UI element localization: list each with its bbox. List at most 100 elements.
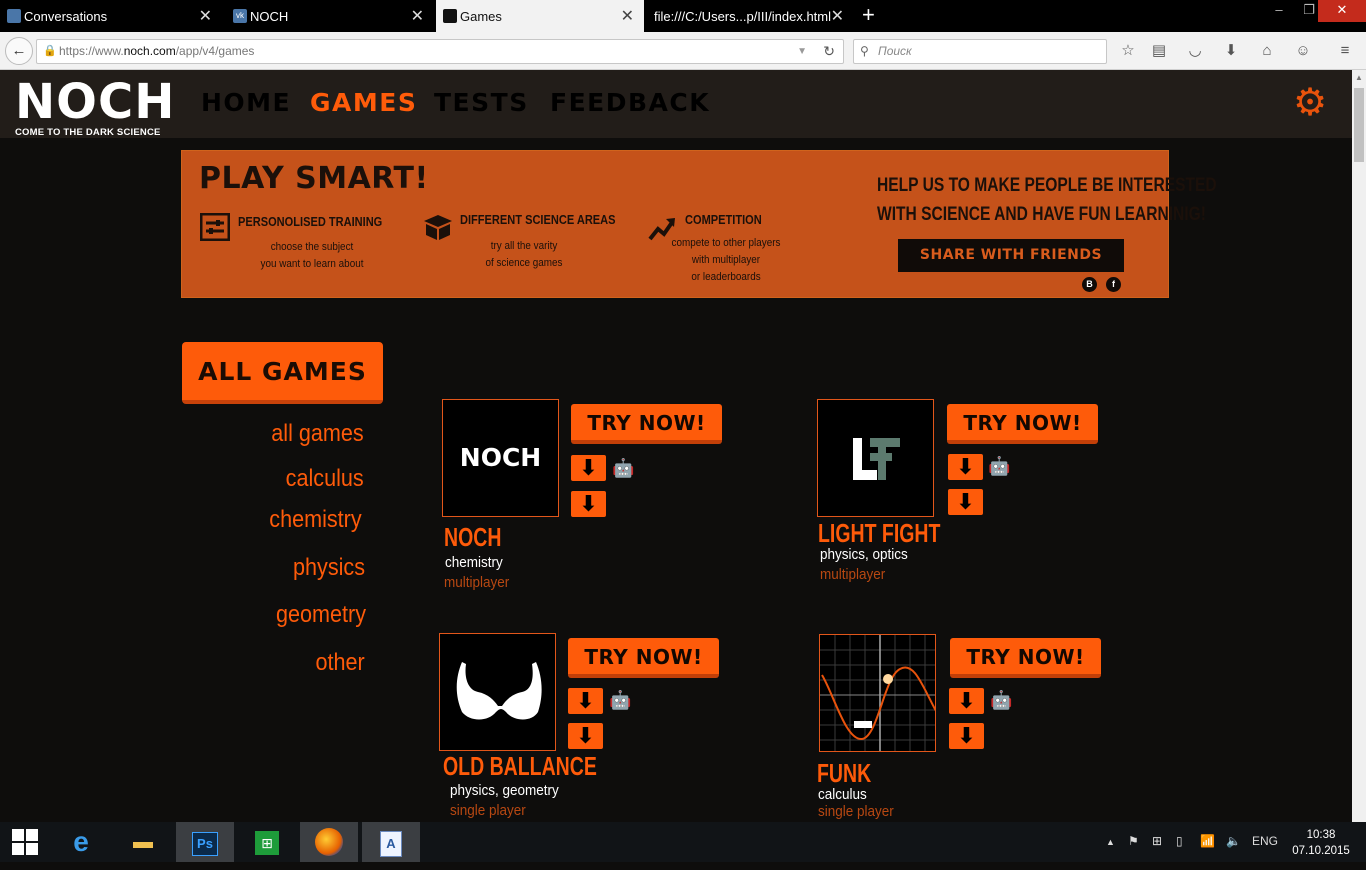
game-subjects: chemistry [445, 554, 503, 571]
scroll-up-arrow-icon[interactable]: ▲ [1355, 73, 1363, 82]
photoshop-icon[interactable]: Ps [176, 822, 234, 862]
reload-icon[interactable]: ↻ [823, 40, 835, 63]
browser-tab-strip: Conversations ✕ vk NOCH ✕ Games ✕ file:/… [0, 0, 1366, 32]
category-all-games[interactable]: all games [272, 420, 364, 448]
feature-desc-line: compete to other players [671, 237, 781, 249]
download-android-button[interactable]: ⬇ [949, 688, 984, 714]
try-now-button[interactable]: TRY NOW! [947, 404, 1098, 444]
feature-desc-line: or leaderboards [691, 271, 761, 283]
tab-label: Games [460, 8, 502, 24]
settings-gear-icon[interactable]: ⚙ [1293, 84, 1327, 122]
site-logo[interactable]: NOCH COME TO THE DARK SCIENCE [15, 78, 175, 138]
android-icon: 🤖 [988, 456, 1011, 476]
bookmark-star-icon[interactable]: ☆ [1117, 41, 1139, 61]
category-calculus[interactable]: calculus [286, 465, 364, 493]
lock-icon: 🔒 [43, 45, 57, 57]
back-button[interactable]: ← [5, 37, 33, 65]
hello-chat-icon[interactable]: ☺ [1292, 41, 1314, 61]
game-subjects: physics, geometry [450, 782, 559, 799]
wifi-signal-icon[interactable]: 📶 [1200, 834, 1215, 848]
address-bar[interactable]: 🔒 https://www.noch.com/app/v4/games ▼ ↻ [36, 39, 844, 64]
tab-conversations[interactable]: Conversations ✕ [0, 0, 222, 32]
action-center-flag-icon[interactable]: ⚑ [1128, 834, 1139, 848]
game-name[interactable]: LIGHT FIGHT [818, 518, 940, 549]
game-mode: single player [818, 803, 894, 820]
nav-home[interactable]: HOME [201, 88, 291, 117]
feature-desc-line: try all the varity [490, 240, 558, 252]
reading-list-icon[interactable]: ▤ [1148, 41, 1170, 61]
tab-games[interactable]: Games ✕ [436, 0, 644, 32]
nav-tests[interactable]: TESTS [434, 88, 529, 117]
show-hidden-icons-icon[interactable]: ▲ [1106, 837, 1115, 847]
game-thumbnail[interactable] [439, 633, 556, 751]
category-other[interactable]: other [316, 649, 365, 677]
new-tab-button[interactable]: + [862, 2, 875, 28]
category-geometry[interactable]: geometry [276, 601, 366, 629]
close-tab-icon[interactable]: ✕ [199, 6, 212, 26]
facebook-share-icon[interactable]: f [1106, 277, 1121, 292]
feature-desc: choose the subject you want to learn abo… [231, 239, 393, 273]
download-ios-button[interactable]: ⬇ [948, 489, 983, 515]
share-with-friends-button[interactable]: SHARE WITH FRIENDS [898, 239, 1124, 272]
game-mode: multiplayer [444, 574, 510, 591]
taskbar-clock[interactable]: 10:38 07.10.2015 [1290, 827, 1352, 859]
play-smart-banner: PLAY SMART! PERSONOLISED TRAINING choose… [181, 150, 1217, 298]
url-dropdown-icon[interactable]: ▼ [797, 40, 807, 63]
balance-bra-icon [456, 662, 542, 720]
try-now-button[interactable]: TRY NOW! [568, 638, 719, 678]
vk-share-icon[interactable]: B [1082, 277, 1097, 292]
game-mode: single player [450, 802, 526, 819]
tab-label: Conversations [24, 8, 108, 24]
download-android-button[interactable]: ⬇ [571, 455, 606, 481]
try-now-button[interactable]: TRY NOW! [571, 404, 722, 444]
internet-explorer-icon[interactable]: e [52, 822, 110, 862]
game-name[interactable]: FUNK [817, 758, 871, 789]
download-android-button[interactable]: ⬇ [948, 454, 983, 480]
category-physics[interactable]: physics [293, 554, 365, 582]
tab-noch[interactable]: vk NOCH ✕ [226, 0, 434, 32]
download-android-button[interactable]: ⬇ [568, 688, 603, 714]
input-language[interactable]: ENG [1252, 834, 1278, 848]
download-ios-button[interactable]: ⬇ [571, 491, 606, 517]
tab-local-file[interactable]: file:///C:/Users...p/III/index.html ✕ [646, 0, 854, 32]
windows-start-icon[interactable] [0, 822, 50, 862]
close-tab-icon[interactable]: ✕ [621, 6, 634, 26]
file-explorer-icon[interactable]: ▬ [114, 822, 172, 862]
logo-tagline: COME TO THE DARK SCIENCE [15, 127, 161, 138]
battery-icon[interactable]: ▯ [1176, 834, 1183, 848]
window-close-button[interactable]: ✕ [1318, 0, 1366, 22]
windows-store-icon[interactable]: ⊞ [238, 822, 296, 862]
feature-desc-line: you want to learn about [260, 258, 364, 270]
downloads-icon[interactable]: ⬇ [1220, 41, 1242, 61]
nav-feedback[interactable]: FEEDBACK [550, 88, 710, 117]
wordpad-icon[interactable]: A [362, 822, 420, 862]
close-tab-icon[interactable]: ✕ [411, 6, 424, 26]
game-thumbnail[interactable]: NOCH [442, 399, 559, 517]
firefox-icon[interactable] [300, 822, 358, 862]
game-thumbnail[interactable] [819, 634, 936, 752]
all-games-header[interactable]: ALL GAMES [182, 342, 383, 404]
windows-network-icon[interactable]: ⊞ [1152, 834, 1162, 848]
browser-navigation-bar: ← 🔒 https://www.noch.com/app/v4/games ▼ … [0, 32, 1366, 70]
game-name[interactable]: NOCH [444, 522, 501, 553]
help-line: WITH SCIENCE AND HAVE FUN LEARNINIG! [877, 204, 1206, 225]
banner-help-text: HELP US TO MAKE PEOPLE BE INTERESTED WIT… [877, 171, 1217, 229]
close-tab-icon[interactable]: ✕ [831, 6, 844, 26]
category-chemistry[interactable]: chemistry [270, 506, 362, 534]
windows-taskbar: e ▬ Ps ⊞ A ▲ ⚑ ⊞ ▯ 📶 🔈 ENG 10:38 07.10.2… [0, 822, 1366, 862]
game-name[interactable]: OLD BALLANCE [443, 751, 597, 782]
nav-games[interactable]: GAMES [310, 88, 417, 117]
game-thumbnail[interactable] [817, 399, 934, 517]
home-icon[interactable]: ⌂ [1256, 41, 1278, 61]
download-ios-button[interactable]: ⬇ [568, 723, 603, 749]
volume-icon[interactable]: 🔈 [1226, 834, 1241, 848]
tab-label: NOCH [250, 8, 289, 24]
light-fight-logo-icon [853, 438, 900, 480]
hamburger-menu-icon[interactable]: ≡ [1334, 41, 1356, 61]
pocket-icon[interactable]: ◡ [1184, 41, 1206, 61]
scrollbar-thumb[interactable] [1354, 88, 1364, 162]
download-ios-button[interactable]: ⬇ [949, 723, 984, 749]
search-input[interactable]: ⚲ Поиск [853, 39, 1107, 64]
page-scrollbar[interactable]: ▲ [1352, 70, 1366, 822]
try-now-button[interactable]: TRY NOW! [950, 638, 1101, 678]
